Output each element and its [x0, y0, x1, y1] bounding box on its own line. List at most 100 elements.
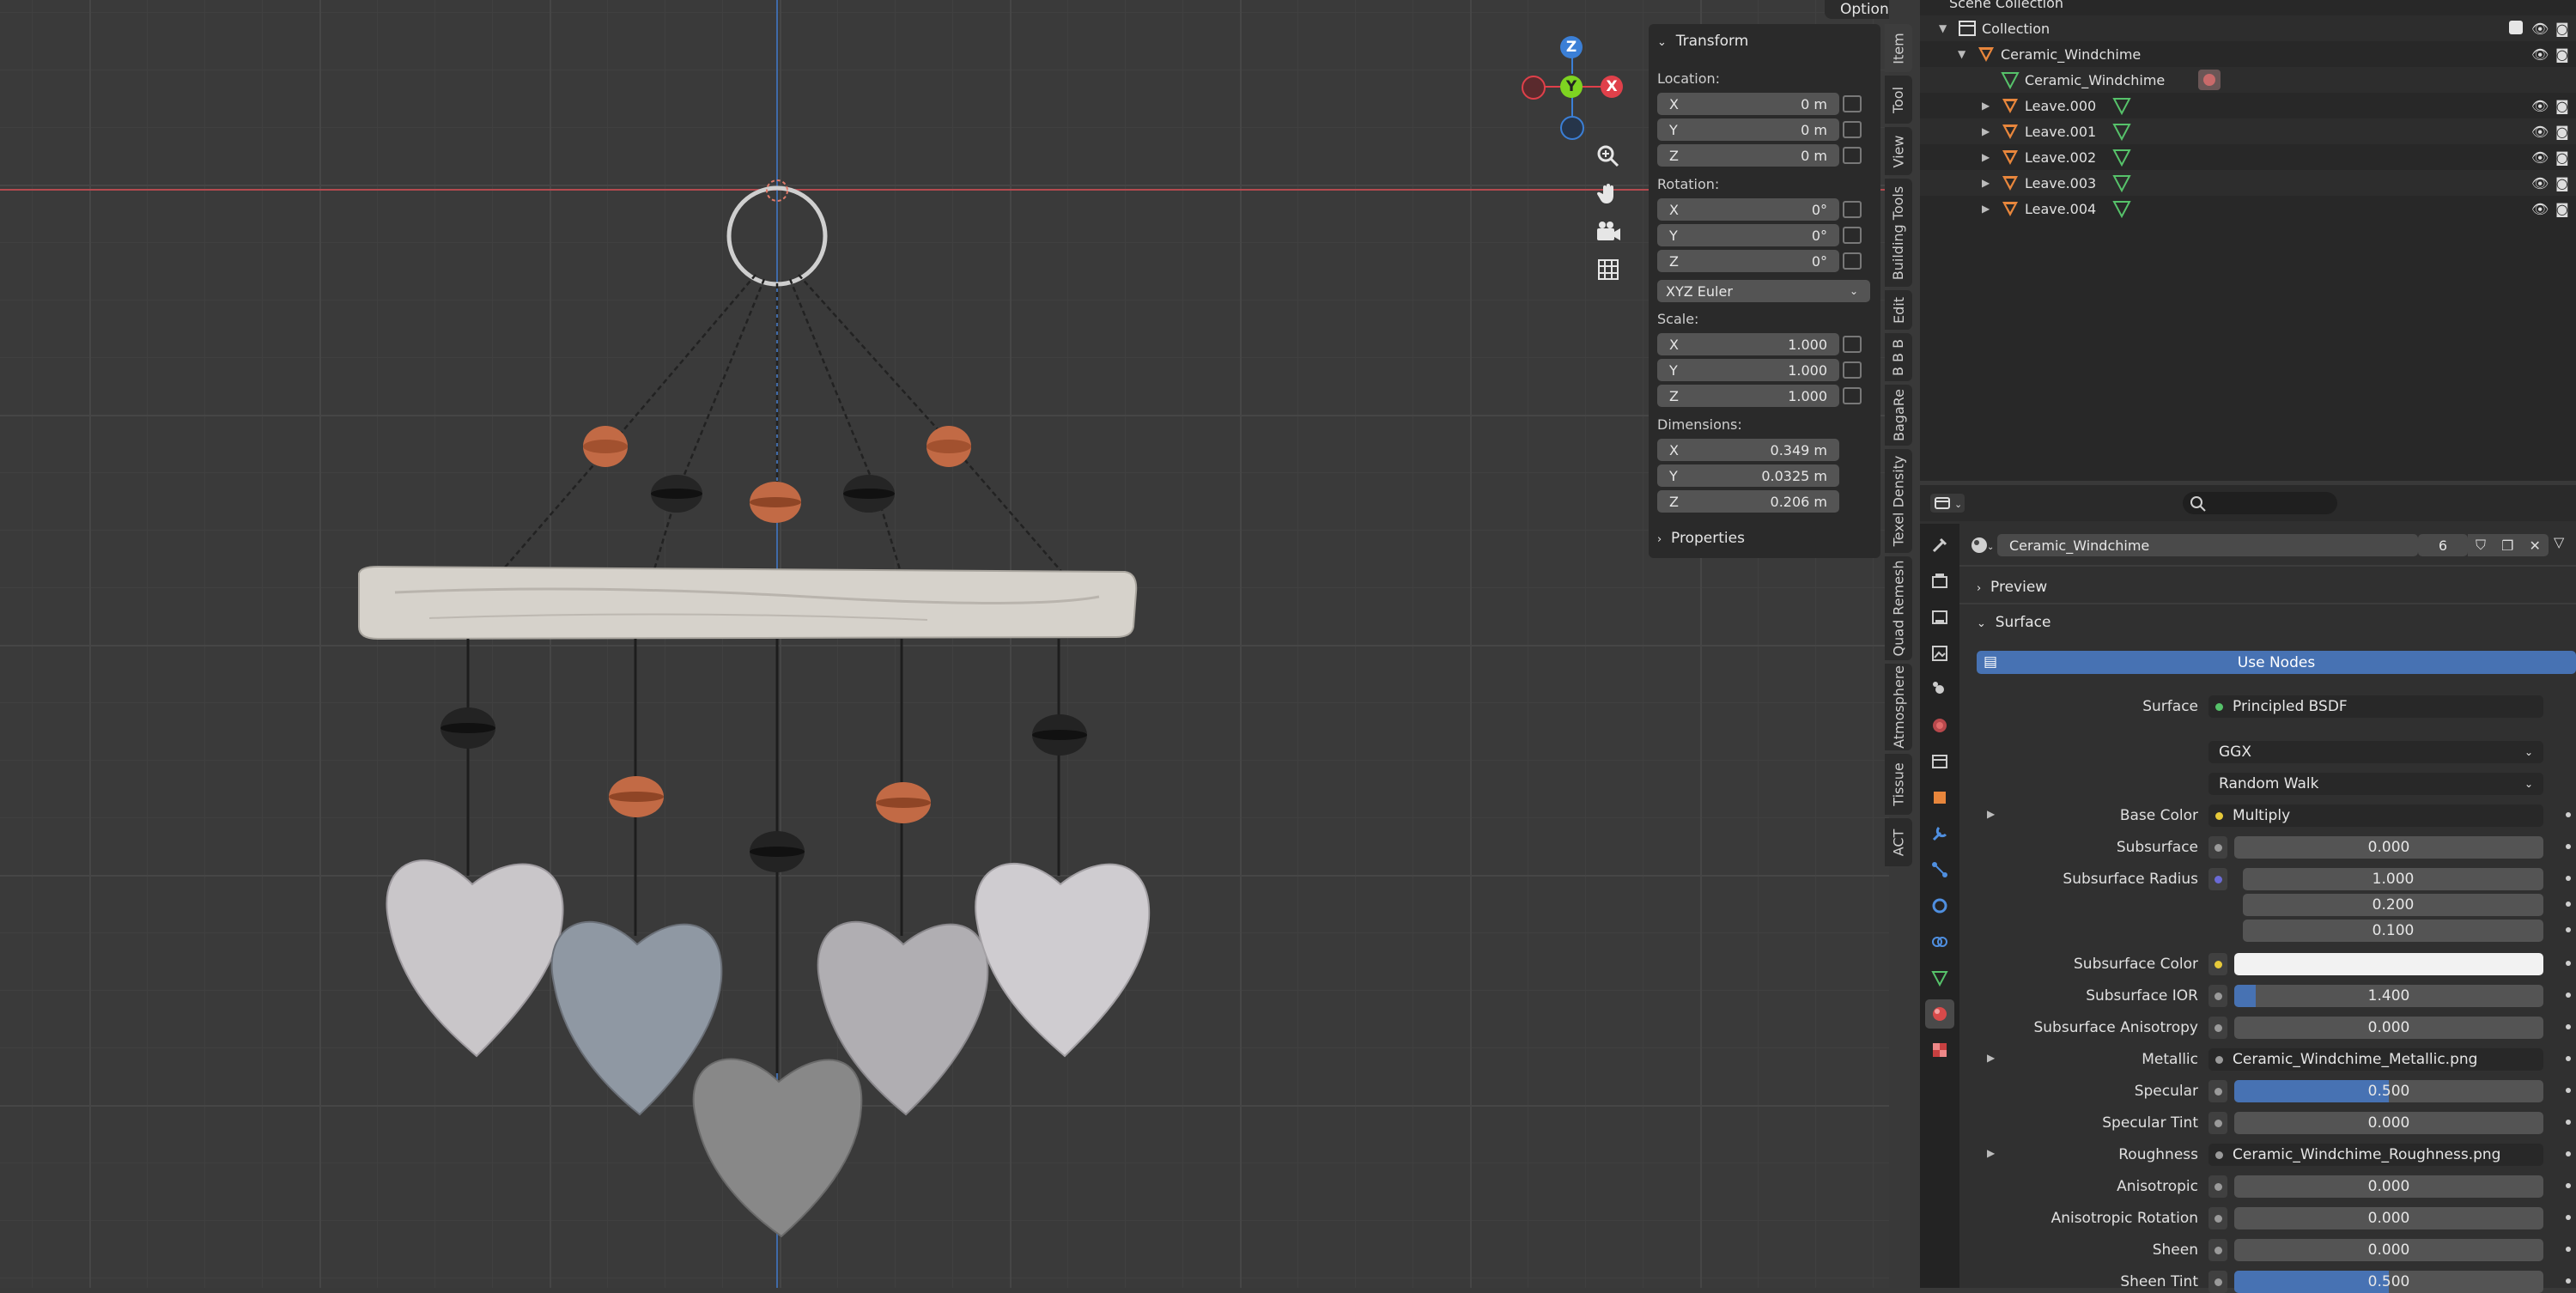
number-field[interactable]: 0.000 — [2234, 1175, 2543, 1198]
visibility-eye-icon[interactable]: 👁 — [2531, 149, 2549, 166]
sidebar-tab-bagare[interactable]: BagaRe — [1885, 385, 1912, 446]
outliner-row[interactable]: ▼ Ceramic_Windchime 👁 ◙ — [1920, 41, 2576, 67]
lock-icon[interactable] — [1843, 387, 1862, 404]
number-field[interactable]: 0.100 — [2243, 920, 2543, 942]
world-tab-icon[interactable] — [1925, 711, 1954, 740]
3d-viewport[interactable]: Z Y X Options ⌄ — [0, 0, 1889, 1288]
properties-panel-header[interactable]: › Properties — [1657, 530, 1745, 547]
socket-dot-icon[interactable] — [2215, 1151, 2223, 1159]
socket-dot-icon[interactable] — [2215, 1183, 2222, 1191]
expand-right-icon[interactable]: ▶ — [1982, 203, 1990, 215]
keyframe-dot-icon[interactable] — [2566, 901, 2571, 907]
keyframe-dot-icon[interactable] — [2566, 1151, 2571, 1156]
keyframe-dot-icon[interactable] — [2566, 812, 2571, 817]
socket-dot-icon[interactable] — [2215, 1024, 2222, 1032]
expand-right-icon[interactable]: ▶ — [1982, 177, 1990, 189]
subsurface-color-swatch[interactable] — [2234, 953, 2543, 975]
keyframe-dot-icon[interactable] — [2566, 1024, 2571, 1029]
expand-right-icon[interactable]: ▶ — [1982, 125, 1990, 137]
rotation-z-field[interactable]: Z 0° — [1657, 250, 1839, 272]
render-tab-icon[interactable] — [1925, 567, 1954, 596]
sidebar-tab-quad-remesh[interactable]: Quad Remesh — [1885, 556, 1912, 660]
gizmo-neg-z[interactable] — [1560, 116, 1584, 140]
material-icon[interactable] — [2198, 70, 2221, 90]
socket-dot-icon[interactable] — [2215, 1088, 2222, 1096]
number-field[interactable]: 0.000 — [2234, 1239, 2543, 1261]
render-camera-icon[interactable]: ◙ — [2555, 98, 2569, 114]
number-field[interactable]: 0.500 — [2234, 1080, 2543, 1102]
keyframe-dot-icon[interactable] — [2566, 1215, 2571, 1220]
keyframe-dot-icon[interactable] — [2566, 1088, 2571, 1093]
preview-panel-header[interactable]: › Preview — [1977, 579, 2047, 596]
number-field[interactable]: 1.400 — [2234, 985, 2543, 1007]
physics-tab-icon[interactable] — [1925, 891, 1954, 920]
linked-input-field[interactable]: Multiply — [2208, 804, 2543, 827]
number-field[interactable]: 1.000 — [2243, 868, 2543, 890]
socket-dot-icon[interactable] — [2215, 844, 2222, 852]
number-field[interactable]: 0.000 — [2234, 1017, 2543, 1039]
gizmo-y-axis[interactable]: Y — [1560, 76, 1583, 98]
visibility-eye-icon[interactable]: 👁 — [2531, 124, 2549, 140]
rotation-y-field[interactable]: Y 0° — [1657, 224, 1839, 246]
data-tab-icon[interactable] — [1925, 963, 1954, 993]
expand-right-icon[interactable]: ▶ — [1987, 1052, 1995, 1064]
collection-tab-icon[interactable] — [1925, 747, 1954, 776]
socket-dot-icon[interactable] — [2215, 1120, 2222, 1127]
distribution-select[interactable]: GGX ⌄ — [2208, 741, 2543, 763]
render-camera-icon[interactable]: ◙ — [2555, 21, 2569, 37]
linked-input-field[interactable]: Ceramic_Windchime_Roughness.png — [2208, 1144, 2543, 1166]
socket-dot-icon[interactable] — [2215, 1056, 2223, 1064]
tool-tab-icon[interactable] — [1925, 531, 1954, 560]
sidebar-tab-b-b-b[interactable]: B B B — [1885, 333, 1912, 381]
render-camera-icon[interactable]: ◙ — [2555, 46, 2569, 63]
render-camera-icon[interactable]: ◙ — [2555, 201, 2569, 217]
lock-icon[interactable] — [1843, 147, 1862, 164]
material-tab-icon[interactable] — [1925, 999, 1954, 1029]
lock-icon[interactable] — [1843, 121, 1862, 138]
number-field[interactable]: 0.000 — [2234, 836, 2543, 859]
keyframe-dot-icon[interactable] — [2566, 1183, 2571, 1188]
socket-dot-icon[interactable] — [2215, 1215, 2222, 1223]
exclude-checkbox[interactable] — [2509, 21, 2523, 34]
outliner-row[interactable]: ▶ Leave.000 👁 ◙ — [1920, 93, 2576, 118]
socket-dot-icon[interactable] — [2215, 1247, 2222, 1254]
sidebar-tab-building-tools[interactable]: Building Tools — [1885, 179, 1912, 287]
expand-down-icon[interactable]: ▼ — [1939, 22, 1947, 34]
location-x-field[interactable]: X 0 m — [1657, 93, 1839, 115]
view-layer-tab-icon[interactable] — [1925, 639, 1954, 668]
location-z-field[interactable]: Z 0 m — [1657, 144, 1839, 167]
outliner-row[interactable]: ▼ Collection 👁 ◙ — [1920, 15, 2576, 41]
sidebar-tab-tool[interactable]: Tool — [1885, 76, 1912, 124]
keyframe-dot-icon[interactable] — [2566, 844, 2571, 849]
render-camera-icon[interactable]: ◙ — [2555, 149, 2569, 166]
editor-type-icon[interactable]: ⌄ — [1930, 494, 1965, 513]
linked-input-field[interactable]: Ceramic_Windchime_Metallic.png — [2208, 1048, 2543, 1071]
windchime-model[interactable] — [326, 163, 1176, 1262]
outliner-row[interactable]: ▶ Leave.002 👁 ◙ — [1920, 144, 2576, 170]
output-tab-icon[interactable] — [1925, 603, 1954, 632]
outliner-row[interactable]: Ceramic_Windchime — [1920, 67, 2576, 93]
lock-icon[interactable] — [1843, 252, 1862, 270]
particles-tab-icon[interactable] — [1925, 855, 1954, 884]
surface-shader-field[interactable]: Principled BSDF — [2208, 695, 2543, 718]
socket-dot-icon[interactable] — [2215, 703, 2223, 711]
surface-panel-header[interactable]: ⌄ Surface — [1977, 614, 2050, 631]
use-nodes-button[interactable]: ▤ Use Nodes — [1977, 651, 2576, 674]
keyframe-dot-icon[interactable] — [2566, 1278, 2571, 1284]
gizmo-z-axis[interactable]: Z — [1560, 36, 1583, 58]
sidebar-tab-edit[interactable]: Edit — [1885, 290, 1912, 330]
expand-right-icon[interactable]: ▶ — [1982, 100, 1990, 112]
scene-tab-icon[interactable] — [1925, 675, 1954, 704]
outliner-row[interactable]: ▶ Leave.003 👁 ◙ — [1920, 170, 2576, 196]
sidebar-tab-texel-density[interactable]: Texel Density — [1885, 449, 1912, 553]
keyframe-dot-icon[interactable] — [2566, 1247, 2571, 1252]
lock-icon[interactable] — [1843, 361, 1862, 379]
socket-dot-icon[interactable] — [2215, 993, 2222, 1000]
render-camera-icon[interactable]: ◙ — [2555, 175, 2569, 191]
socket-dot-icon[interactable] — [2215, 961, 2222, 968]
expand-right-icon[interactable]: ▶ — [1987, 1147, 1995, 1159]
keyframe-dot-icon[interactable] — [2566, 1120, 2571, 1125]
fake-user-shield-icon[interactable]: ⛉ — [2476, 537, 2486, 554]
gizmo-x-axis[interactable]: X — [1601, 76, 1623, 98]
transform-panel-header[interactable]: ⌄ Transform — [1657, 33, 1748, 50]
